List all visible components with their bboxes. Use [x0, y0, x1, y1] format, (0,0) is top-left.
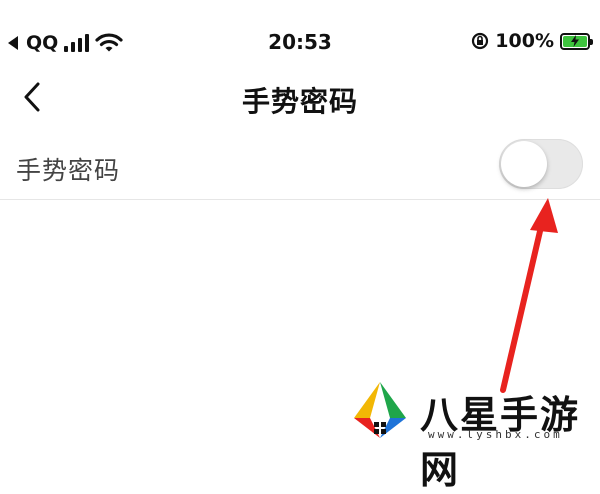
watermark: 八星手游网 www.lyshbx.com	[340, 370, 600, 492]
charging-bolt-icon	[571, 35, 579, 47]
gesture-password-label: 手势密码	[16, 156, 121, 185]
arrow-head	[530, 198, 558, 233]
status-bar: QQ 20:53 100%	[0, 0, 600, 80]
battery-icon	[560, 32, 593, 50]
rotation-lock-icon	[472, 32, 489, 50]
status-right: 100%	[471, 30, 593, 52]
brand-logo-icon	[354, 382, 406, 438]
page-title: 手势密码	[241, 85, 358, 118]
nav-bar: 手势密码	[0, 70, 600, 124]
brand-url: www.lyshbx.com	[428, 428, 563, 441]
battery-percent: 100%	[495, 30, 554, 52]
toggle-knob	[501, 141, 547, 187]
arrow-shaft	[500, 211, 547, 393]
gesture-password-toggle[interactable]	[499, 139, 583, 189]
gesture-password-row: 手势密码	[0, 135, 600, 200]
battery-fill	[563, 35, 587, 47]
